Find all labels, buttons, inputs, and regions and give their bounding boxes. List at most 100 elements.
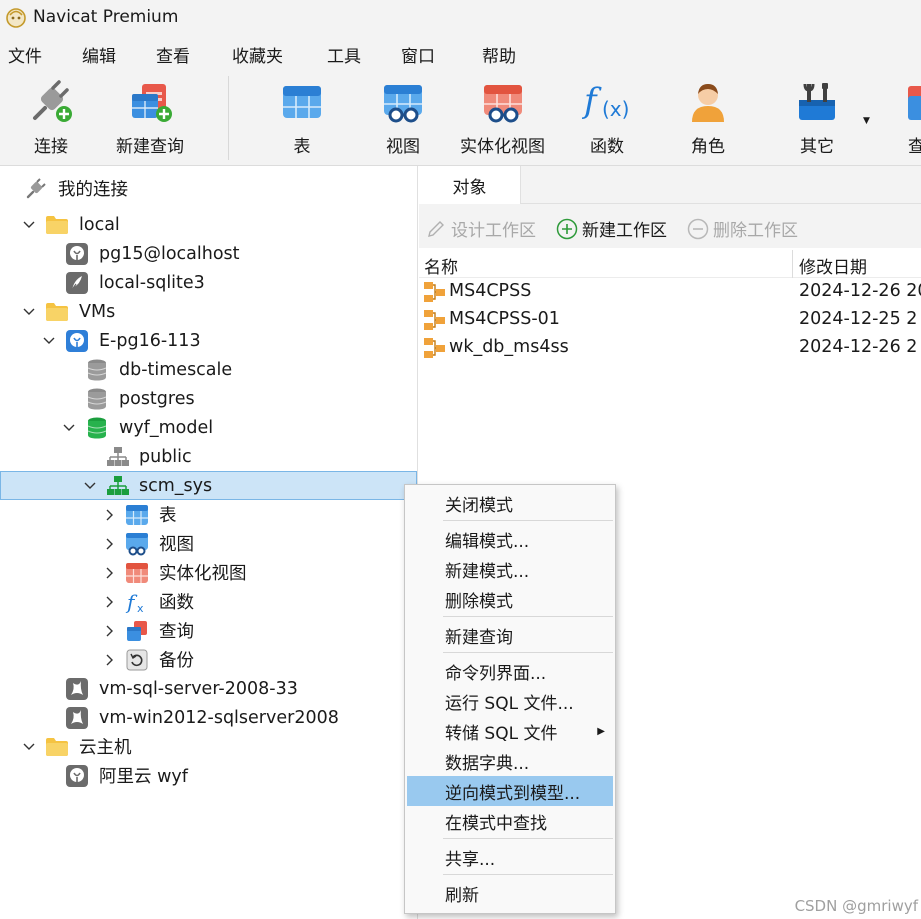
menu-file[interactable]: 文件 <box>8 42 42 67</box>
tree-node-aliyun-wyf[interactable]: 阿里云 wyf <box>0 761 417 790</box>
object-modified-date: 2024-12-26 2 <box>799 337 918 357</box>
window-title: Navicat Premium <box>33 7 179 27</box>
new-query-label: 新建查询 <box>116 137 184 157</box>
chevron-right-icon[interactable] <box>103 508 117 522</box>
list-item[interactable]: MS4CPSS 2024-12-26 20 <box>419 278 921 306</box>
menu-item-run-sql-file[interactable]: 运行 SQL 文件... <box>407 686 613 716</box>
new-workspace-label: 新建工作区 <box>582 221 667 241</box>
chevron-down-icon[interactable] <box>22 218 36 232</box>
watermark: CSDN @gmriwyf <box>794 897 918 915</box>
tree-node-vm-sql-server-2008-33[interactable]: vm-sql-server-2008-33 <box>0 674 417 703</box>
tree-node-cloud-host[interactable]: 云主机 <box>0 732 417 761</box>
menu-item-data-dictionary[interactable]: 数据字典... <box>407 746 613 776</box>
other-button[interactable]: 其它 <box>792 78 842 157</box>
menu-window[interactable]: 窗口 <box>401 42 435 67</box>
tree-node-postgres[interactable]: postgres <box>0 384 417 413</box>
materialized-view-label: 实体化视图 <box>460 137 545 157</box>
list-item[interactable]: MS4CPSS-01 2024-12-25 2 <box>419 306 921 334</box>
svg-text:(x): (x) <box>602 97 629 121</box>
tree-node-label: wyf_model <box>119 417 214 438</box>
tree-node-vms[interactable]: VMs <box>0 297 417 326</box>
menu-item-edit-schema[interactable]: 编辑模式... <box>407 524 613 554</box>
tree-node-views[interactable]: 视图 <box>0 529 417 558</box>
tree-node-local-sqlite3[interactable]: local-sqlite3 <box>0 268 417 297</box>
delete-workspace-button[interactable]: 删除工作区 <box>687 216 798 241</box>
design-workspace-button[interactable]: 设计工作区 <box>425 216 536 241</box>
menu-view[interactable]: 查看 <box>156 42 190 67</box>
menu-item-new-query[interactable]: 新建查询 <box>407 620 613 650</box>
postgresql-connected-icon <box>65 329 89 353</box>
tree-node-local[interactable]: local <box>0 210 417 239</box>
tree-node-scm-sys[interactable]: scm_sys <box>0 471 417 500</box>
chevron-right-icon[interactable] <box>103 595 117 609</box>
chevron-down-icon[interactable] <box>42 334 56 348</box>
view-button[interactable]: 视图 <box>378 78 428 157</box>
query-button-partial[interactable]: 查 <box>900 78 921 157</box>
delete-workspace-label: 删除工作区 <box>713 221 798 241</box>
menu-item-dump-sql-file[interactable]: 转储 SQL 文件 ▶ <box>407 716 613 746</box>
tree-node-backups[interactable]: 备份 <box>0 645 417 674</box>
connect-button[interactable]: 连接 <box>26 78 76 157</box>
tree-node-public[interactable]: public <box>0 442 417 471</box>
new-query-button[interactable]: 新建查询 <box>116 78 184 157</box>
tree-node-label: db-timescale <box>119 359 233 380</box>
tree-node-label: scm_sys <box>139 475 213 496</box>
chevron-down-icon[interactable] <box>83 479 97 493</box>
tab-objects[interactable]: 对象 <box>419 166 521 204</box>
database-open-icon <box>85 416 109 440</box>
menu-item-close-schema[interactable]: 关闭模式 <box>407 488 613 518</box>
chevron-down-icon[interactable] <box>62 421 76 435</box>
tree-node-e-pg16-113[interactable]: E-pg16-113 <box>0 326 417 355</box>
chevron-down-icon[interactable]: ▼ <box>863 116 870 126</box>
chevron-down-icon[interactable] <box>22 305 36 319</box>
chevron-right-icon[interactable] <box>103 624 117 638</box>
tree-node-queries[interactable]: 查询 <box>0 616 417 645</box>
new-workspace-button[interactable]: 新建工作区 <box>556 216 667 241</box>
object-name: MS4CPSS-01 <box>449 309 560 329</box>
view-icon <box>378 78 428 126</box>
function-label: 函数 <box>590 137 624 157</box>
chevron-right-icon[interactable] <box>103 537 117 551</box>
tree-node-vm-win2012-sqlserver2008[interactable]: vm-win2012-sqlserver2008 <box>0 703 417 732</box>
role-button[interactable]: 角色 <box>683 78 733 157</box>
chevron-down-icon[interactable] <box>22 740 36 754</box>
column-name-header[interactable]: 名称 <box>424 253 458 278</box>
tree-node-label: 实体化视图 <box>159 564 247 584</box>
menu-separator <box>443 838 613 839</box>
toolbar-separator <box>228 76 229 160</box>
connection-tree: 我的连接 local pg15@localhost local-sqlite3 … <box>0 166 418 919</box>
tree-node-materialized-views[interactable]: 实体化视图 <box>0 558 417 587</box>
tree-node-wyf-model[interactable]: wyf_model <box>0 413 417 442</box>
materialized-view-icon <box>478 78 528 126</box>
menu-item-share[interactable]: 共享... <box>407 842 613 872</box>
table-label: 表 <box>293 137 311 157</box>
tree-node-db-timescale[interactable]: db-timescale <box>0 355 417 384</box>
menu-item-new-schema[interactable]: 新建模式... <box>407 554 613 584</box>
tree-node-label: VMs <box>79 301 116 322</box>
tree-node-label: postgres <box>119 388 195 409</box>
tree-root-my-connections[interactable]: 我的连接 <box>0 174 417 203</box>
menu-edit[interactable]: 编辑 <box>82 42 116 67</box>
tree-node-pg15-localhost[interactable]: pg15@localhost <box>0 239 417 268</box>
table-button[interactable]: 表 <box>277 78 327 157</box>
menu-item-console[interactable]: 命令列界面... <box>407 656 613 686</box>
menu-item-refresh[interactable]: 刷新 <box>407 878 613 908</box>
tree-node-label: vm-sql-server-2008-33 <box>99 678 298 699</box>
chevron-right-icon[interactable] <box>103 653 117 667</box>
chevron-right-icon[interactable] <box>103 566 117 580</box>
list-item[interactable]: wk_db_ms4ss 2024-12-26 2 <box>419 334 921 362</box>
menu-favorites[interactable]: 收藏夹 <box>232 42 283 67</box>
column-divider[interactable] <box>792 250 793 278</box>
navicat-logo-icon <box>6 8 26 28</box>
column-modified-header[interactable]: 修改日期 <box>799 253 867 278</box>
tree-node-tables[interactable]: 表 <box>0 500 417 529</box>
sqlite-feather-icon <box>65 271 89 295</box>
function-button[interactable]: f (x) 函数 <box>582 78 632 157</box>
menu-item-delete-schema[interactable]: 删除模式 <box>407 584 613 614</box>
menu-item-find-in-schema[interactable]: 在模式中查找 <box>407 806 613 836</box>
materialized-view-button[interactable]: 实体化视图 <box>460 78 545 157</box>
menu-tools[interactable]: 工具 <box>327 42 361 67</box>
menu-help[interactable]: 帮助 <box>482 42 516 67</box>
tree-node-functions[interactable]: fx 函数 <box>0 587 417 616</box>
menu-item-reverse-schema-to-model[interactable]: 逆向模式到模型... <box>407 776 613 806</box>
